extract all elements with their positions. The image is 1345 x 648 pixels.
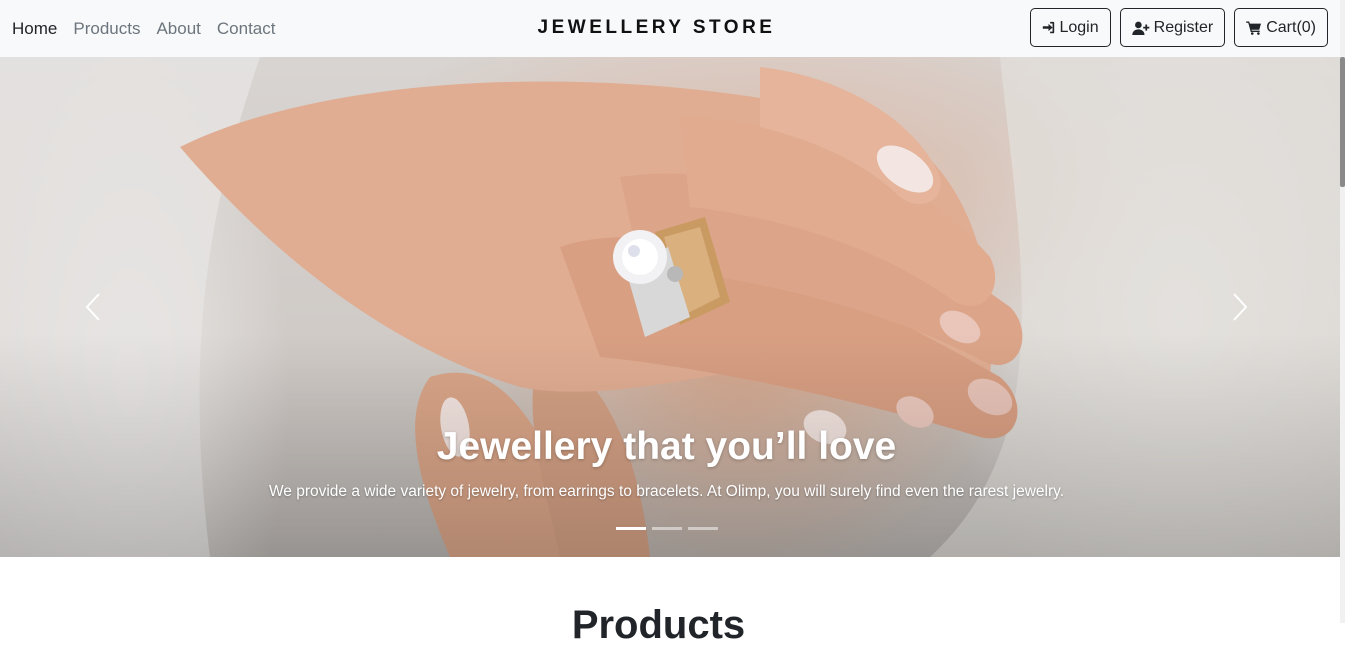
carousel-description: We provide a wide variety of jewelry, fr…: [268, 483, 1065, 500]
cart-button[interactable]: Cart(0): [1234, 8, 1328, 47]
products-section-title: Products: [571, 603, 746, 647]
carousel-indicators: [0, 527, 1333, 530]
register-label: Register: [1153, 18, 1214, 36]
login-label: Login: [1059, 18, 1099, 36]
page-scrollbar[interactable]: [1340, 0, 1345, 623]
carousel-title: Jewellery that you’ll love: [436, 425, 897, 468]
carousel-indicator[interactable]: [687, 527, 718, 530]
chevron-right-icon: [1233, 293, 1248, 321]
chevron-left-icon: [85, 293, 100, 321]
carousel-prev-button[interactable]: [73, 287, 113, 327]
carousel-indicator[interactable]: [615, 527, 646, 530]
sign-in-icon: [1043, 21, 1055, 34]
user-plus-icon: [1131, 21, 1149, 35]
cart-label: Cart(0): [1266, 18, 1316, 36]
navbar: Home Products About Contact JEWELLERY ST…: [0, 0, 1340, 57]
nav-actions: Login Register Cart(0): [1030, 8, 1328, 47]
hero-carousel: Jewellery that you’ll love We provide a …: [0, 57, 1340, 557]
login-button[interactable]: Login: [1030, 8, 1111, 47]
scrollbar-thumb[interactable]: [1340, 57, 1345, 187]
shopping-cart-icon: [1246, 20, 1262, 35]
carousel-next-button[interactable]: [1220, 287, 1260, 327]
carousel-indicator[interactable]: [651, 527, 682, 530]
register-button[interactable]: Register: [1119, 8, 1226, 47]
carousel-caption: Jewellery that you’ll love We provide a …: [0, 423, 1333, 501]
